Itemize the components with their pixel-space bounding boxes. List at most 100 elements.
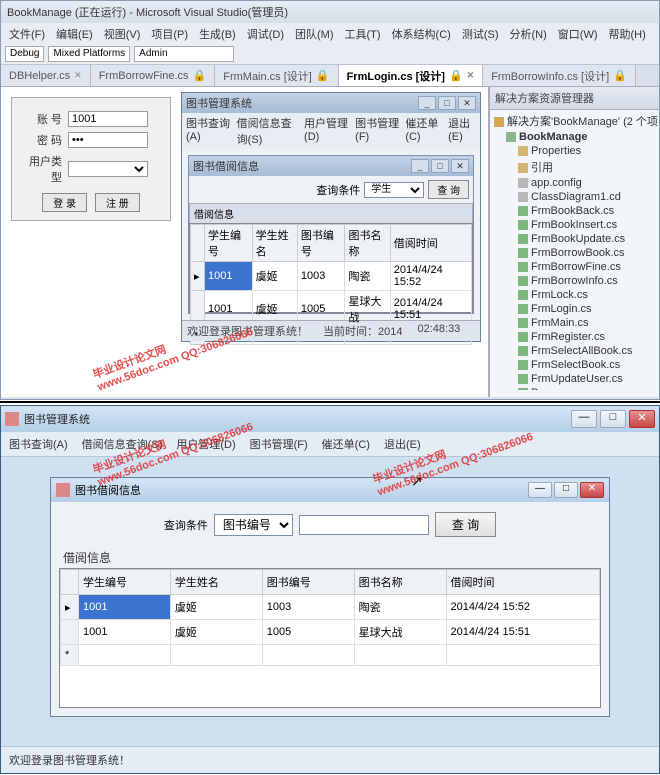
query-button[interactable]: 查 询 [435,512,496,537]
col-bookid[interactable]: 图书编号 [297,225,345,262]
close-icon[interactable]: ✕ [74,70,82,81]
usertype-select[interactable] [68,161,148,177]
minimize-button[interactable]: ― [571,410,597,428]
maximize-icon[interactable]: □ [438,96,456,110]
password-input[interactable] [68,132,148,148]
tree-item[interactable]: FrmBookBack.cs [492,204,657,218]
login-button[interactable]: 登 录 [42,193,87,212]
account-input[interactable] [68,111,148,127]
tree-item[interactable]: FrmSelectBook.cs [492,358,657,372]
maximize-icon[interactable]: □ [431,159,449,173]
tree-item[interactable]: ClassDiagram1.cd [492,190,657,204]
solution-node[interactable]: 解决方案'BookManage' (2 个项目) [492,112,657,130]
col-bookname[interactable]: 图书名称 [345,225,390,262]
query-condition-select[interactable]: 图书编号 [214,514,293,536]
close-icon[interactable]: ✕ [467,70,475,81]
tab-frmlogin[interactable]: FrmLogin.cs [设计]🔒✕ [339,65,484,86]
tree-item[interactable]: Properties [492,144,657,158]
minimize-icon[interactable]: _ [418,96,436,110]
menu-window[interactable]: 窗口(W) [554,25,602,41]
app-menubar[interactable]: 图书查询(A) 借阅信息查询(S) 用户管理(D) 图书管理(F) 催还单(C)… [1,432,659,457]
menu-bookquery[interactable]: 图书查询(A) [9,436,68,452]
col-borrowtime[interactable]: 借阅时间 [390,225,471,262]
config-dropdown[interactable]: Debug [5,46,44,62]
col-bookid[interactable]: 图书编号 [262,570,354,595]
col-studentname[interactable]: 学生姓名 [170,570,262,595]
menu-analyze[interactable]: 分析(N) [506,25,551,41]
tree-item[interactable]: FrmBorrowFine.cs [492,260,657,274]
close-icon[interactable]: ✕ [451,159,469,173]
tree-item[interactable]: FrmBorrowInfo.cs [492,274,657,288]
close-icon[interactable]: ✕ [458,96,476,110]
register-button[interactable]: 注 册 [95,193,140,212]
menu-borrowquery[interactable]: 借阅信息查询(S) [237,115,298,147]
menu-test[interactable]: 测试(S) [458,25,503,41]
menu-usermgmt[interactable]: 用户管理(D) [176,436,235,452]
table-row[interactable]: ▸ 1001 虞姬 1003 陶瓷 2014/4/24 15:52 [191,262,472,291]
table-row[interactable]: 1001 虞姬 1005 星球大战 2014/4/24 15:51 [61,620,600,645]
menu-edit[interactable]: 编辑(E) [52,25,97,41]
tree-item[interactable]: FrmBorrowBook.cs [492,246,657,260]
menu-team[interactable]: 团队(M) [291,25,338,41]
tree-item[interactable]: FrmSelectAllBook.cs [492,344,657,358]
maximize-button[interactable]: □ [554,482,578,498]
solution-explorer[interactable]: 解决方案资源管理器 解决方案'BookManage' (2 个项目) BookM… [489,87,659,397]
menu-bookmgmt[interactable]: 图书管理(F) [250,436,308,452]
col-studentid[interactable]: 学生编号 [79,570,171,595]
menu-help[interactable]: 帮助(H) [605,25,650,41]
tree-item[interactable]: FrmRegister.cs [492,330,657,344]
tab-dbhelper[interactable]: DBHelper.cs✕ [1,65,91,86]
platform-dropdown[interactable]: Mixed Platforms [48,46,130,62]
menu-usermgmt[interactable]: 用户管理(D) [304,115,349,147]
minimize-button[interactable]: ― [528,482,552,498]
solution-tree[interactable]: 解决方案'BookManage' (2 个项目) BookManage Prop… [490,110,659,390]
maximize-button[interactable]: □ [600,410,626,428]
query-condition-select[interactable]: 学生 [364,182,424,198]
tree-item[interactable]: FrmLock.cs [492,288,657,302]
tree-item[interactable]: Program.cs [492,386,657,390]
vs-menubar[interactable]: 文件(F) 编辑(E) 视图(V) 项目(P) 生成(B) 调试(D) 团队(M… [1,23,659,43]
menu-tools[interactable]: 工具(T) [341,25,385,41]
menu-project[interactable]: 项目(P) [147,25,192,41]
menu-build[interactable]: 生成(B) [195,25,240,41]
col-bookname[interactable]: 图书名称 [354,570,446,595]
query-value-input[interactable] [299,515,429,535]
run-dropdown[interactable]: Admin [134,46,234,62]
tree-item[interactable]: FrmLogin.cs [492,302,657,316]
app-menubar[interactable]: 图书查询(A) 借阅信息查询(S) 用户管理(D) 图书管理(F) 催还单(C)… [182,113,480,149]
menu-debug[interactable]: 调试(D) [243,25,288,41]
col-studentname[interactable]: 学生姓名 [252,225,297,262]
borrow-grid[interactable]: 学生编号 学生姓名 图书编号 图书名称 借阅时间 ▸ 1001 虞姬 1003 [189,223,473,313]
menu-bookquery[interactable]: 图书查询(A) [186,115,231,147]
menu-exit[interactable]: 退出(E) [448,115,476,147]
minimize-icon[interactable]: _ [411,159,429,173]
dialog-titlebar: 图书借阅信息 _ □ ✕ [189,156,473,176]
tree-item[interactable]: FrmBookUpdate.cs [492,232,657,246]
borrow-grid[interactable]: 学生编号 学生姓名 图书编号 图书名称 借阅时间 ▸ 1001 虞姬 1003 … [59,568,601,708]
library-app-window: 图书管理系统 ― □ ✕ 图书查询(A) 借阅信息查询(S) 用户管理(D) 图… [0,405,660,774]
col-borrowtime[interactable]: 借阅时间 [446,570,600,595]
menu-view[interactable]: 视图(V) [100,25,145,41]
menu-file[interactable]: 文件(F) [5,25,49,41]
table-row[interactable]: ▸ 1001 虞姬 1003 陶瓷 2014/4/24 15:52 [61,595,600,620]
col-studentid[interactable]: 学生编号 [205,225,253,262]
tree-item[interactable]: FrmMain.cs [492,316,657,330]
tab-frmborrowfine[interactable]: FrmBorrowFine.cs🔒 [91,65,216,86]
tree-item[interactable]: FrmUpdateUser.cs [492,372,657,386]
menu-arch[interactable]: 体系结构(C) [388,25,455,41]
tree-item[interactable]: FrmBookInsert.cs [492,218,657,232]
close-button[interactable]: ✕ [580,482,604,498]
menu-reminder[interactable]: 催还单(C) [405,115,442,147]
tree-item[interactable]: 引用 [492,158,657,176]
tab-frmmain[interactable]: FrmMain.cs [设计]🔒 [215,65,338,86]
menu-reminder[interactable]: 催还单(C) [322,436,370,452]
table-row-new[interactable]: * [61,645,600,666]
tree-item[interactable]: app.config [492,176,657,190]
query-button[interactable]: 查 询 [428,180,469,199]
menu-borrowquery[interactable]: 借阅信息查询(S) [82,436,163,452]
project-bookmanage[interactable]: BookManage [492,130,657,144]
menu-exit[interactable]: 退出(E) [384,436,421,452]
tab-frmborrowinfo[interactable]: FrmBorrowInfo.cs [设计]🔒 [483,65,636,86]
close-button[interactable]: ✕ [629,410,655,428]
menu-bookmgmt[interactable]: 图书管理(F) [355,115,399,147]
